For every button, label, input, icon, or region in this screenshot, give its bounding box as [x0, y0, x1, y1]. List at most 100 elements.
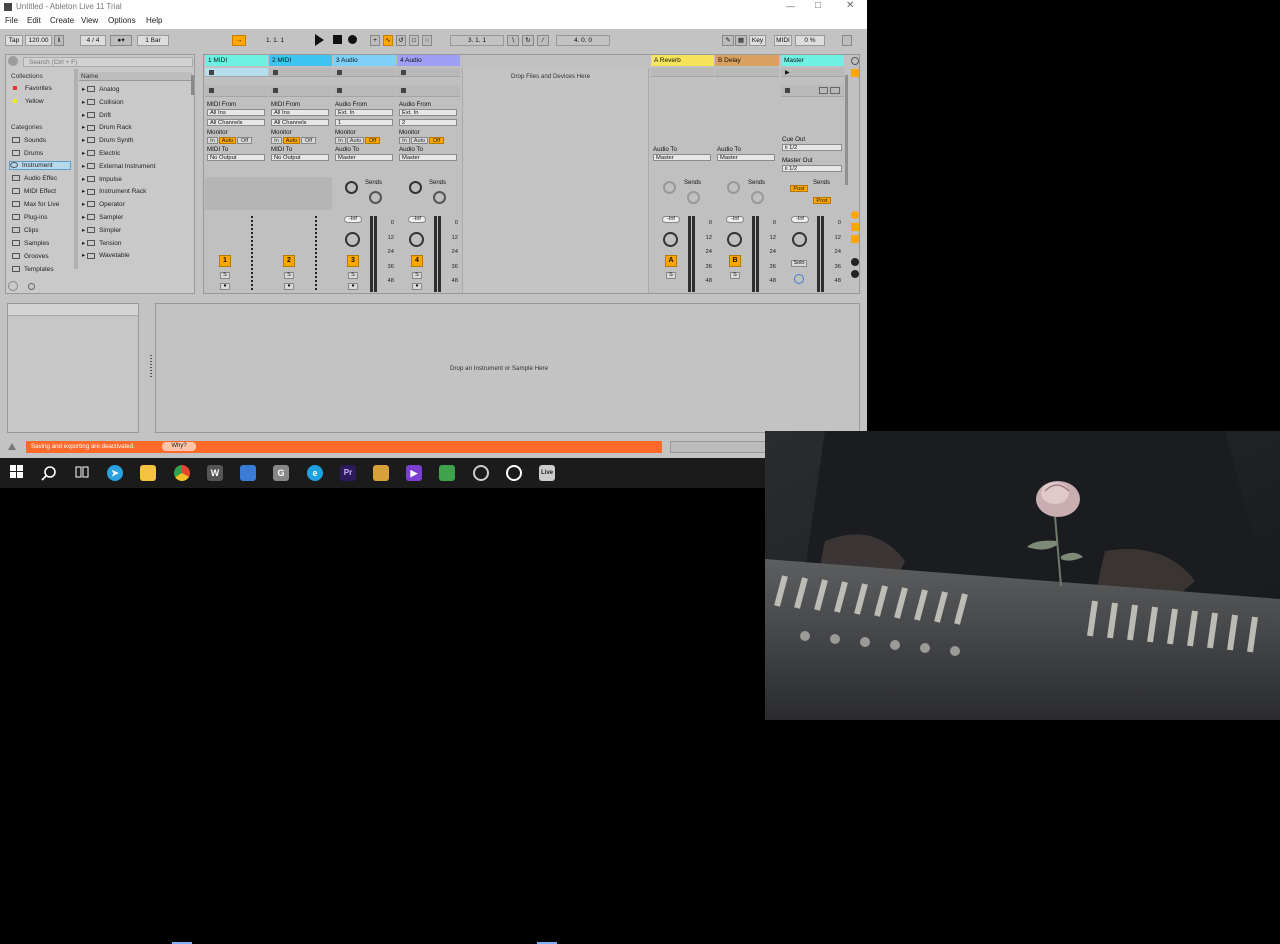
- monitor-auto-button[interactable]: Auto: [411, 137, 428, 144]
- list-item[interactable]: ▸ Wavetable: [82, 251, 130, 259]
- quantize-select[interactable]: 1 Bar: [137, 35, 169, 46]
- name-column-header[interactable]: Name: [79, 72, 192, 81]
- pan-knob[interactable]: [727, 232, 742, 247]
- return-header-a[interactable]: A Reverb: [651, 55, 714, 66]
- close-icon[interactable]: ✕: [846, 0, 854, 11]
- loop-switch-icon[interactable]: ↻: [522, 35, 534, 46]
- menu-file[interactable]: File: [5, 16, 18, 25]
- clip-slot[interactable]: [715, 68, 779, 77]
- app-w-icon[interactable]: W: [207, 465, 223, 481]
- solo-button[interactable]: S: [220, 272, 230, 279]
- category-templates[interactable]: Templates: [12, 266, 54, 273]
- pan-knob[interactable]: [663, 232, 678, 247]
- browser-divider[interactable]: [74, 69, 78, 269]
- edge-icon[interactable]: e: [307, 465, 323, 481]
- clip-slot[interactable]: [397, 68, 460, 77]
- solo-button[interactable]: S: [666, 272, 676, 279]
- monitor-off-button[interactable]: Off: [301, 137, 316, 144]
- list-item[interactable]: ▸ Drum Synth: [82, 136, 133, 144]
- arrangement-position[interactable]: 1. 1. 1: [248, 35, 302, 46]
- post-button[interactable]: Post: [813, 197, 831, 204]
- file-explorer-icon[interactable]: [140, 465, 156, 481]
- output-select[interactable]: Master: [335, 154, 393, 161]
- return-activator-b[interactable]: B: [729, 255, 741, 267]
- track-header-3[interactable]: 3 Audio: [333, 55, 396, 66]
- category-audio-effects[interactable]: Audio Effec: [12, 175, 57, 182]
- clip-slot[interactable]: [333, 68, 396, 77]
- master-out-select[interactable]: ii 1/2: [782, 165, 842, 172]
- monitor-in-button[interactable]: In: [399, 137, 410, 144]
- collection-yellow[interactable]: Yellow: [25, 98, 44, 105]
- input-channel-select[interactable]: 2: [399, 119, 457, 126]
- track-header-1[interactable]: 1 MIDI: [205, 55, 268, 66]
- send-b-knob[interactable]: [687, 191, 700, 204]
- photo-app-icon[interactable]: [240, 465, 256, 481]
- mixer-toggle-icon[interactable]: [851, 235, 859, 243]
- send-b-knob[interactable]: [433, 191, 446, 204]
- draw-mode-icon[interactable]: ✎: [722, 35, 734, 46]
- scene-slot[interactable]: ▶: [781, 68, 844, 77]
- time-signature-field[interactable]: 4 / 4: [80, 35, 106, 46]
- track-activator-1[interactable]: 1: [219, 255, 231, 267]
- category-plugins[interactable]: Plug-ins: [12, 214, 47, 221]
- list-item[interactable]: ▸ Sampler: [82, 213, 123, 221]
- volume-readout[interactable]: -Inf: [344, 216, 362, 223]
- crossfader-toggle-icon[interactable]: [851, 258, 859, 266]
- clip-slot[interactable]: [651, 68, 714, 77]
- gallery-icon[interactable]: [439, 465, 455, 481]
- input-type-select[interactable]: All Ins: [207, 109, 265, 116]
- list-item[interactable]: ▸ Drum Rack: [82, 123, 132, 131]
- send-a-knob[interactable]: [663, 181, 676, 194]
- list-item[interactable]: ▸ Analog: [82, 85, 119, 93]
- session-record-icon[interactable]: ○: [422, 35, 432, 46]
- tempo-field[interactable]: 120.00: [25, 35, 52, 46]
- app-folder-icon[interactable]: [373, 465, 389, 481]
- task-view-icon[interactable]: [74, 465, 90, 481]
- return-header-b[interactable]: B Delay: [715, 55, 779, 66]
- list-item[interactable]: ▸ Drift: [82, 111, 111, 119]
- tap-button[interactable]: Tap: [5, 35, 23, 46]
- stop-clips-row[interactable]: [333, 85, 396, 97]
- volume-readout[interactable]: -Inf: [791, 216, 809, 223]
- preview-icon[interactable]: [8, 281, 18, 291]
- category-sounds[interactable]: Sounds: [12, 137, 46, 144]
- send-a-knob[interactable]: [727, 181, 740, 194]
- menu-edit[interactable]: Edit: [27, 16, 41, 25]
- send-b-knob[interactable]: [369, 191, 382, 204]
- list-item[interactable]: ▸ Impulse: [82, 175, 122, 183]
- pan-knob[interactable]: [409, 232, 424, 247]
- cue-volume-knob[interactable]: [794, 274, 804, 284]
- monitor-off-button[interactable]: Off: [365, 137, 380, 144]
- sends-toggle-icon[interactable]: [851, 211, 859, 219]
- collection-favorites[interactable]: Favorites: [25, 85, 52, 92]
- reenable-automation-icon[interactable]: ↺: [396, 35, 406, 46]
- midi-map-button[interactable]: MIDI: [774, 35, 792, 46]
- input-type-select[interactable]: Ext. In: [399, 109, 457, 116]
- return-activator-a[interactable]: A: [665, 255, 677, 267]
- why-button[interactable]: Why?: [162, 442, 196, 451]
- list-item[interactable]: ▸ Tension: [82, 239, 121, 247]
- solo-button[interactable]: S: [412, 272, 422, 279]
- arm-button[interactable]: ●: [220, 283, 230, 290]
- track-activator-4[interactable]: 4: [411, 255, 423, 267]
- monitor-auto-button[interactable]: Auto: [347, 137, 364, 144]
- list-item[interactable]: ▸ Collision: [82, 98, 124, 106]
- track-delay-toggle-icon[interactable]: [851, 270, 859, 278]
- hotswap-icon[interactable]: [28, 283, 35, 290]
- cue-out-select[interactable]: ii 1/2: [782, 144, 842, 151]
- output-select[interactable]: Master: [717, 154, 775, 161]
- stop-clips-row[interactable]: [397, 85, 460, 97]
- pan-knob[interactable]: [345, 232, 360, 247]
- monitor-auto-button[interactable]: Auto: [283, 137, 300, 144]
- computer-keyboard-icon[interactable]: ▦: [735, 35, 747, 46]
- clip-slot[interactable]: [205, 68, 268, 77]
- chrome-icon[interactable]: [174, 465, 190, 481]
- input-channel-select[interactable]: All Channels: [271, 119, 329, 126]
- play-icon[interactable]: [315, 34, 324, 46]
- device-chain-panel[interactable]: Drop an Instrument or Sample Here: [155, 303, 860, 433]
- telegram-icon[interactable]: ➤: [107, 465, 123, 481]
- input-type-select[interactable]: All Ins: [271, 109, 329, 116]
- scroll-scenes-icon[interactable]: [851, 57, 859, 65]
- capture-icon[interactable]: □: [409, 35, 419, 46]
- media-player-icon[interactable]: ▶: [406, 465, 422, 481]
